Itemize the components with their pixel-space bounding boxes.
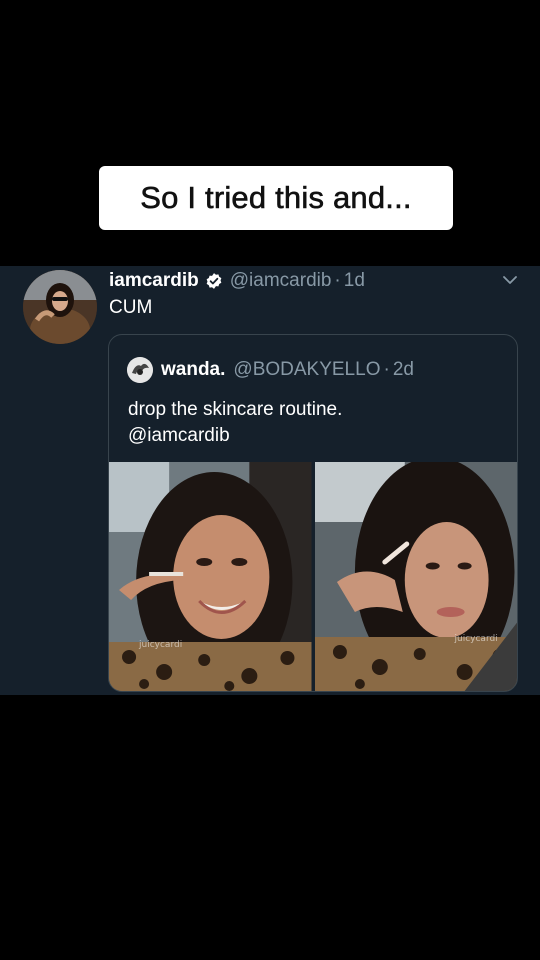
quoted-media-grid: juicycardi juicycardi [109, 462, 517, 691]
tweet-header: iamcardib @iamcardib · 1d [109, 268, 365, 294]
chevron-down-icon[interactable] [500, 272, 520, 288]
handle[interactable]: @iamcardib [230, 270, 332, 292]
quoted-display-name[interactable]: wanda. [161, 359, 225, 381]
media-photo-1[interactable]: juicycardi [109, 462, 312, 691]
avatar[interactable] [23, 270, 97, 344]
quoted-avatar[interactable] [127, 357, 153, 383]
quoted-tweet-header: wanda. @BODAKYELLO · 2d [127, 357, 414, 383]
verified-badge-icon [205, 272, 223, 290]
quoted-timestamp[interactable]: 2d [393, 359, 414, 381]
quoted-separator-dot: · [383, 359, 390, 380]
tweet-text: CUM [109, 297, 153, 318]
media-photo-2[interactable]: juicycardi [314, 462, 517, 691]
quoted-text-mention[interactable]: @iamcardib [128, 423, 498, 449]
display-name[interactable]: iamcardib [109, 270, 199, 292]
caption-text: So I tried this and... [140, 180, 412, 216]
quoted-tweet[interactable]: wanda. @BODAKYELLO · 2d drop the skincar… [108, 334, 518, 692]
photo-watermark: juicycardi [139, 640, 183, 650]
quoted-text-line-1: drop the skincare routine. [128, 399, 343, 420]
quoted-handle[interactable]: @BODAKYELLO [233, 359, 380, 381]
quoted-tweet-text: drop the skincare routine. @iamcardib [128, 397, 498, 449]
timestamp[interactable]: 1d [344, 270, 365, 292]
separator-dot: · [334, 270, 341, 291]
photo-watermark: juicycardi [454, 634, 498, 644]
caption-banner: So I tried this and... [99, 166, 453, 230]
